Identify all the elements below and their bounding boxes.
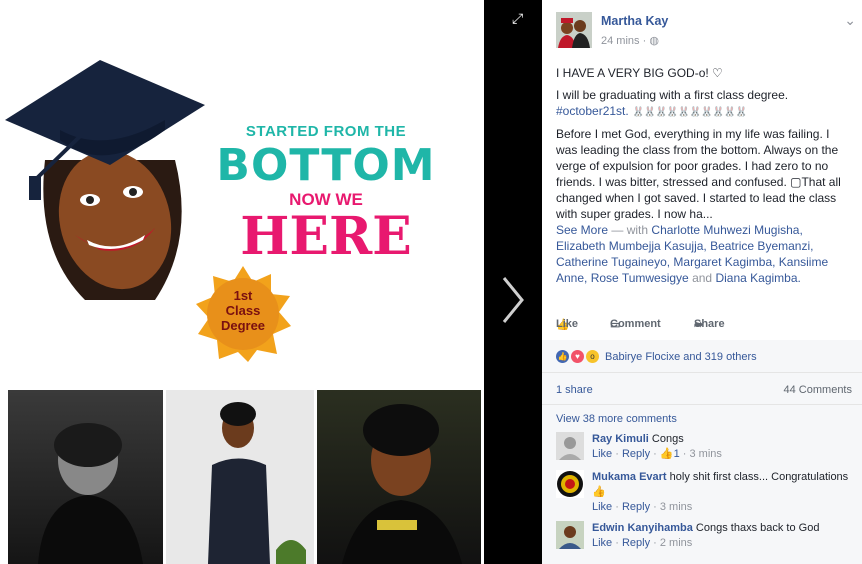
comment-text: Congs thaxs back to God [695,522,820,534]
commenter-name[interactable]: Edwin Kanyihamba [592,522,693,534]
like-reaction-icon: 👍 [556,350,569,363]
commenter-avatar[interactable] [556,470,584,498]
reactions-row[interactable]: 👍 ♥ o Babirye Flocixe and 319 others [556,350,757,363]
badge-line-2: Class [225,303,261,318]
commenter-avatar[interactable] [556,432,584,460]
globe-icon: ◍ [649,35,659,47]
author-avatar[interactable] [556,12,592,48]
expand-icon[interactable]: ⤢ [512,10,528,26]
comment-time[interactable]: 2 mins [660,537,692,549]
comment-content: Ray Kimuli Congs [592,432,852,447]
comment-meta: Like · Reply · 2 mins [592,537,693,549]
comment-reply-link[interactable]: Reply [622,501,650,513]
comment-like-link[interactable]: Like [592,448,612,460]
photo-thumb-1 [8,390,163,564]
comment-meta: Like · Reply · 👍1 · 3 mins [592,448,722,460]
photo-thumb-3 [317,390,481,564]
badge-line-1: 1st [233,288,253,303]
badge-text: 1st Class Degree [208,288,278,333]
author-name[interactable]: Martha Kay [601,14,668,28]
comment-text: holy shit first class... Congratulations [669,471,849,483]
hashtag-link[interactable]: #october21st. [556,104,629,118]
comment-content: Mukama Evart holy shit first class... Co… [592,470,852,485]
with-prefix: — with [611,223,649,237]
comments-count[interactable]: 44 Comments [784,384,852,396]
comment-reply-link[interactable]: Reply [622,537,650,549]
love-reaction-icon: ♥ [571,350,584,363]
comment-meta: Like · Reply · 3 mins [592,501,693,513]
comment-time[interactable]: 3 mins [689,448,721,460]
photo-thumb-2 [166,390,314,564]
see-more-link[interactable]: See More [556,223,608,237]
comment-label: Comment [610,318,661,330]
action-bar: 👍 Like ▭ Comment ➦ Share [556,318,850,336]
next-arrow-icon[interactable] [496,270,528,330]
post-line-2: I will be graduating with a first class … [556,87,854,121]
and-text: and [692,271,713,285]
post-body: Before I met God, everything in my life … [556,126,854,286]
post-panel: Martha Kay 24 mins · ◍ ⌄ I HAVE A VERY B… [542,0,862,564]
graphic-line-4: HERE [240,206,412,267]
post-meta: 24 mins · ◍ [601,35,659,47]
comment-like-icon: 👍 [659,448,674,460]
comment-likes-count[interactable]: 1 [674,448,680,460]
divider [542,372,862,373]
comment-body: Edwin Kanyihamba Congs thaxs back to God… [592,521,852,551]
commenter-avatar[interactable] [556,521,584,549]
graduate-illustration [5,60,205,300]
post-line-2-text: I will be graduating with a first class … [556,88,789,102]
comment-like-link[interactable]: Like [592,501,612,513]
commenter-name[interactable]: Ray Kimuli [592,433,649,445]
emoji-row: 🐰🐰🐰🐰🐰🐰🐰🐰🐰🐰 [632,107,748,118]
reactions-text[interactable]: Babirye Flocixe and 319 others [605,351,757,363]
last-tagged-user[interactable]: Diana Kagimba. [715,271,800,285]
comment-text: Congs [651,433,684,445]
chevron-down-icon[interactable]: ⌄ [844,12,856,29]
comment-reply-link[interactable]: Reply [622,448,650,460]
divider [542,404,862,405]
badge-line-3: Degree [220,318,266,333]
comment-body: Ray Kimuli Congs Like · Reply · 👍1 · 3 m… [592,432,852,462]
comment-inline-like-icon: 👍 [592,486,606,498]
post-header: Martha Kay 24 mins · ◍ ⌄ [556,12,856,52]
post-body-text: Before I met God, everything in my life … [556,127,841,221]
comment-body: Mukama Evart holy shit first class... Co… [592,470,852,515]
comment-content: Edwin Kanyihamba Congs thaxs back to God [592,521,852,536]
post-line-1: I HAVE A VERY BIG GOD-o! ♡ [556,66,723,80]
post-photo[interactable]: STARTED FROM THE BOTTOM NOW WE HERE 1st … [0,0,484,564]
like-label: Like [556,318,579,330]
wow-reaction-icon: o [586,350,599,363]
graphic-line-1: STARTED FROM THE [245,123,407,140]
photo-viewer: STARTED FROM THE BOTTOM NOW WE HERE 1st … [0,0,542,564]
comment-like-link[interactable]: Like [592,537,612,549]
commenter-name[interactable]: Mukama Evart [592,471,667,483]
post-text: I HAVE A VERY BIG GOD-o! ♡ I will be gra… [556,65,854,286]
graphic-line-2: BOTTOM [216,140,436,191]
view-more-comments[interactable]: View 38 more comments [556,413,677,425]
comment-time[interactable]: 3 mins [660,501,692,513]
shares-count[interactable]: 1 share [556,384,593,396]
post-time[interactable]: 24 mins [601,35,640,47]
share-label: Share [694,318,725,330]
